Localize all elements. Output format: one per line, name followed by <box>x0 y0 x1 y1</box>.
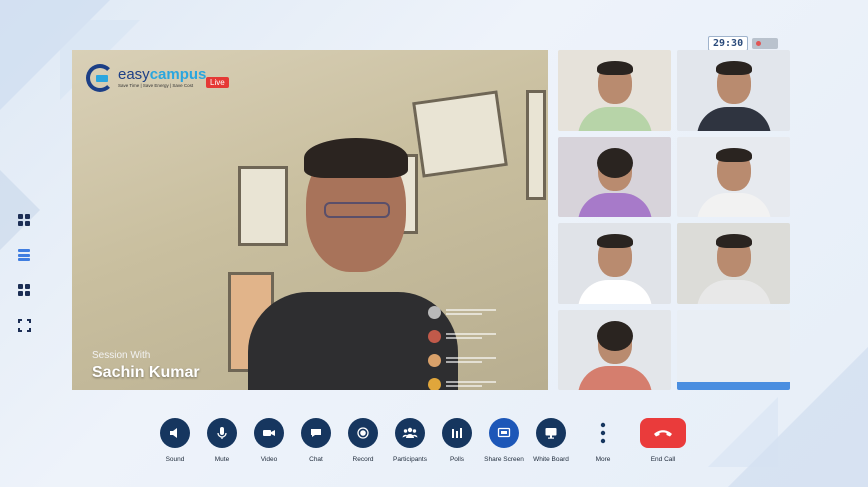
grid-view-icon <box>18 214 30 226</box>
video-button[interactable]: Video <box>250 418 288 463</box>
view-switcher <box>14 210 34 350</box>
brand-name: easycampus <box>118 66 207 84</box>
monitor-icon <box>536 418 566 448</box>
microphone-icon <box>207 418 237 448</box>
speaker-name: Sachin Kumar <box>92 364 200 381</box>
avatar <box>428 353 441 367</box>
chat-message <box>428 324 548 348</box>
record-button[interactable]: Record <box>344 418 382 463</box>
brand-tagline: Save Time | Save Energy | Save Cost <box>118 83 194 89</box>
more-button[interactable]: More <box>592 418 614 463</box>
poll-bars-icon <box>442 418 472 448</box>
chat-bubble-icon <box>301 418 331 448</box>
participant-tile[interactable] <box>558 309 671 390</box>
record-icon <box>348 418 378 448</box>
participant-tile[interactable] <box>558 50 671 131</box>
avatar <box>428 305 441 319</box>
share-screen-button[interactable]: Share Screen <box>484 418 524 463</box>
avatar <box>428 329 441 343</box>
list-view-icon <box>18 249 30 261</box>
grid-view-button[interactable] <box>14 210 34 230</box>
mute-button[interactable]: Mute <box>203 418 241 463</box>
fullscreen-button[interactable] <box>14 315 34 335</box>
chat-button[interactable]: Chat <box>297 418 335 463</box>
speaker-icon <box>160 418 190 448</box>
wall-frame <box>526 90 546 200</box>
participant-tile[interactable] <box>677 136 790 217</box>
participant-tile[interactable] <box>677 223 790 304</box>
session-label: Session With <box>92 350 151 361</box>
tile-view-icon <box>18 284 30 296</box>
list-view-button[interactable] <box>14 245 34 265</box>
brand-logo: easycampus Save Time | Save Energy | Sav… <box>86 58 206 98</box>
more-vertical-icon <box>596 418 610 448</box>
sound-button[interactable]: Sound <box>156 418 194 463</box>
speaker-figure <box>248 138 458 390</box>
recording-indicator <box>752 38 778 49</box>
video-camera-icon <box>254 418 284 448</box>
share-screen-icon <box>489 418 519 448</box>
people-icon <box>395 418 425 448</box>
call-controls: Sound Mute Video Chat Record Participant… <box>156 418 686 463</box>
chat-message <box>428 372 548 390</box>
chat-overlay <box>428 300 548 390</box>
participant-grid <box>558 50 790 390</box>
chat-message <box>428 348 548 372</box>
avatar <box>428 377 441 390</box>
participants-button[interactable]: Participants <box>391 418 429 463</box>
participant-tile[interactable] <box>558 136 671 217</box>
fullscreen-icon <box>17 318 31 332</box>
call-timer: 29:30 <box>708 36 749 51</box>
white-board-button[interactable]: White Board <box>532 418 570 463</box>
logo-mark-icon <box>86 64 114 92</box>
participant-tile[interactable] <box>677 309 790 390</box>
participant-tile[interactable] <box>558 223 671 304</box>
end-call-button[interactable]: End Call <box>640 418 686 463</box>
main-speaker-video[interactable]: easycampus Save Time | Save Energy | Sav… <box>72 50 548 390</box>
chat-message <box>428 300 548 324</box>
live-badge: Live <box>206 77 229 88</box>
hang-up-icon <box>640 418 686 448</box>
participant-tile[interactable] <box>677 50 790 131</box>
polls-button[interactable]: Polls <box>438 418 476 463</box>
background-shape <box>708 397 778 467</box>
tile-view-button[interactable] <box>14 280 34 300</box>
